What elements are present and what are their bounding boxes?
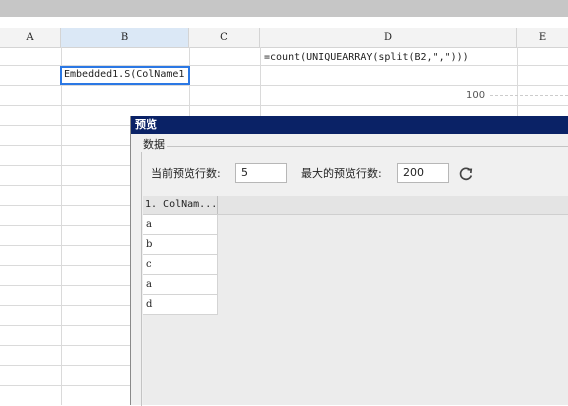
max-rows-label: 最大的预览行数: bbox=[301, 167, 382, 180]
max-rows-input[interactable]: 200 bbox=[397, 163, 449, 183]
preview-table[interactable]: 1. ColNam... a b c a d bbox=[143, 196, 568, 405]
group-label: 数据 bbox=[141, 136, 167, 152]
column-header-e[interactable]: E bbox=[517, 28, 568, 47]
table-column-header[interactable]: 1. ColNam... bbox=[143, 196, 218, 214]
title-bar bbox=[0, 0, 568, 17]
active-cell-selection[interactable] bbox=[60, 66, 190, 85]
column-header-a[interactable]: A bbox=[0, 28, 61, 47]
table-row[interactable]: c bbox=[143, 255, 218, 275]
preview-rows-label: 当前预览行数: bbox=[151, 167, 221, 180]
refresh-icon[interactable] bbox=[457, 165, 475, 183]
preview-dialog: 预览 数据 当前预览行数: 5 最大的预览行数: 200 1. ColNam..… bbox=[130, 116, 568, 406]
table-row[interactable]: a bbox=[143, 215, 218, 235]
table-row[interactable]: a bbox=[143, 275, 218, 295]
table-row[interactable]: b bbox=[143, 235, 218, 255]
dashed-indicator bbox=[490, 95, 568, 96]
table-header-row: 1. ColNam... bbox=[143, 196, 568, 215]
dialog-title[interactable]: 预览 bbox=[131, 116, 568, 134]
table-row[interactable]: d bbox=[143, 295, 218, 315]
column-header-b[interactable]: B bbox=[61, 28, 189, 47]
column-header-d[interactable]: D bbox=[260, 28, 517, 47]
preview-rows-input[interactable]: 5 bbox=[235, 163, 287, 183]
cell-d3-value[interactable]: 100 bbox=[466, 90, 485, 101]
cell-d1-formula[interactable]: =count(UNIQUEARRAY(split(B2,","))) bbox=[264, 49, 469, 67]
column-header-c[interactable]: C bbox=[189, 28, 260, 47]
